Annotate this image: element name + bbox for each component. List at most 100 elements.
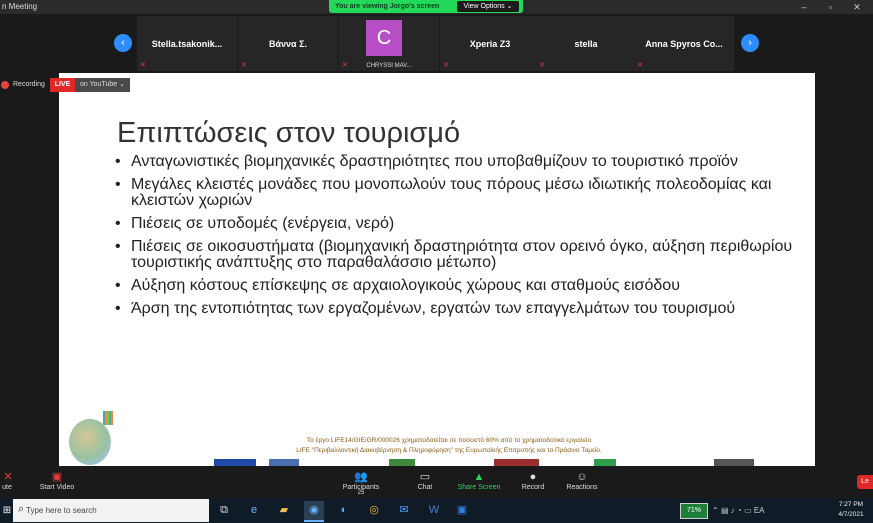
maximize-icon[interactable]: ▫ bbox=[818, 0, 842, 14]
partner-logo bbox=[494, 459, 539, 466]
chrome-icon[interactable]: ◎ bbox=[364, 501, 384, 520]
muted-mic-icon: ✕ bbox=[342, 62, 348, 69]
network-icon[interactable]: ▤ bbox=[721, 506, 729, 515]
start-video-label: Start Video bbox=[39, 484, 75, 491]
next-page-button[interactable]: › bbox=[741, 34, 759, 52]
screen-share-message: You are viewing Jorgo's screen bbox=[335, 3, 440, 10]
reactions-icon: ☺ bbox=[576, 471, 588, 483]
participant-name: Xperia Z3 bbox=[469, 39, 511, 49]
live-badge: LIVE bbox=[50, 78, 75, 92]
slide-bullet: Αύξηση κόστους επίσκεψης σε αρχαιολογικο… bbox=[115, 278, 795, 295]
record-icon: ● bbox=[529, 471, 537, 483]
volume-icon[interactable]: ♪ bbox=[731, 506, 735, 515]
video-off-icon: ▣ bbox=[51, 471, 63, 483]
reactions-button[interactable]: ☺ Reactions bbox=[562, 470, 602, 491]
participants-button[interactable]: 👥25 Participants bbox=[340, 470, 382, 496]
zoom-app-icon[interactable]: ◉ bbox=[304, 501, 324, 522]
recording-label: Recording bbox=[13, 81, 45, 88]
record-label: Record bbox=[521, 484, 545, 491]
close-icon[interactable]: ✕ bbox=[845, 0, 869, 14]
qr-logo bbox=[103, 411, 113, 425]
slide-bullet-list: Ανταγωνιστικές βιομηχανικές δραστηριότητ… bbox=[115, 154, 795, 324]
view-options-button[interactable]: View Options ⌄ bbox=[457, 1, 519, 12]
participant-tile[interactable]: Xperia Z3 ✕ bbox=[440, 16, 540, 71]
start-video-button[interactable]: ▣ Start Video bbox=[36, 470, 78, 491]
partner-logo bbox=[594, 459, 616, 466]
partner-logo bbox=[389, 459, 415, 466]
mute-label: ute bbox=[2, 484, 12, 491]
record-button[interactable]: ● Record bbox=[518, 470, 548, 491]
participants-icon: 👥25 bbox=[354, 471, 368, 496]
participant-name: Anna Spyros Co... bbox=[645, 39, 723, 49]
participant-strip: ‹ Stella.tsakonik... ✕ Βάννα Σ. ✕ C CHRY… bbox=[0, 14, 873, 72]
screen-share-banner: You are viewing Jorgo's screen View Opti… bbox=[329, 0, 523, 13]
search-placeholder: Type here to search bbox=[26, 506, 97, 515]
eu-logo bbox=[214, 459, 256, 466]
partner-logo bbox=[269, 459, 299, 466]
windows-start-icon[interactable]: ⊞ bbox=[0, 498, 14, 523]
taskbar-clock[interactable]: 7:27 PM 4/7/2021 bbox=[834, 500, 868, 520]
slide-bullet: Μεγάλες κλειστές μονάδες που μονοπωλούν … bbox=[115, 177, 795, 209]
share-screen-icon: ▲ bbox=[473, 471, 485, 483]
edge-legacy-icon[interactable]: e bbox=[244, 501, 264, 520]
chat-button[interactable]: ▭ Chat bbox=[410, 470, 440, 491]
mute-button[interactable]: ✕ ute bbox=[0, 470, 14, 491]
task-view-icon[interactable]: ⧉ bbox=[214, 501, 234, 520]
share-screen-label: Share Screen bbox=[457, 484, 501, 491]
minimize-icon[interactable]: – bbox=[792, 0, 816, 14]
funding-line: Το έργο LIFE14/GIE/GR/000026 χρηματοδοτε… bbox=[306, 437, 592, 444]
word-icon[interactable]: W bbox=[424, 501, 444, 520]
muted-mic-icon: ✕ bbox=[539, 62, 545, 69]
slide-bullet: Πιέσεις σε οικοσυστήματα (βιομηχανική δρ… bbox=[115, 239, 795, 271]
language-indicator[interactable]: EA bbox=[754, 506, 765, 515]
participant-name: Βάννα Σ. bbox=[269, 39, 307, 49]
chevron-right-icon: › bbox=[748, 37, 752, 49]
funding-line: LIFE "Περιβαλλοντική Διακυβέρνηση & Πληρ… bbox=[296, 447, 602, 454]
fingerprint-logo bbox=[69, 419, 111, 465]
participant-name: CHRYSSI MAV... bbox=[366, 63, 412, 69]
clock-date: 4/7/2021 bbox=[838, 511, 864, 518]
participants-label: Participants bbox=[342, 484, 380, 491]
mail-icon[interactable]: ✉ bbox=[394, 501, 414, 520]
reactions-label: Reactions bbox=[566, 484, 598, 491]
tray-chevron-icon[interactable]: ⌃ bbox=[712, 506, 719, 515]
partner-logo bbox=[714, 459, 754, 466]
chat-label: Chat bbox=[417, 484, 433, 491]
record-dot-icon bbox=[1, 81, 9, 89]
participant-tile[interactable]: Anna Spyros Co... ✕ bbox=[634, 16, 734, 71]
window-title: n Meeting bbox=[2, 2, 38, 11]
participant-tile[interactable]: C CHRYSSI MAV... ✕ bbox=[339, 16, 439, 71]
participant-name: Stella.tsakonik... bbox=[151, 39, 223, 49]
edge-icon[interactable]: ◐ bbox=[334, 501, 354, 520]
system-tray: ⌃ ▤ ♪ ◔ ▭ EA bbox=[712, 498, 765, 523]
avatar: C bbox=[366, 20, 402, 56]
taskbar-search[interactable]: ⌕ Type here to search bbox=[13, 499, 209, 522]
share-screen-button[interactable]: ▲ Share Screen bbox=[456, 470, 502, 491]
chat-icon: ▭ bbox=[419, 471, 431, 483]
muted-mic-icon: ✕ bbox=[140, 62, 146, 69]
slide-title: Επιπτώσεις στον τουρισμό bbox=[117, 117, 461, 149]
outlook-icon[interactable]: ▣ bbox=[452, 501, 472, 520]
meeting-controls: ✕ ute ▣ Start Video 👥25 Participants ▭ C… bbox=[0, 466, 873, 498]
windows-taskbar: ⊞ ⌕ Type here to search ⧉ e ▰ ◉ ◐ ◎ ✉ W … bbox=[0, 498, 873, 523]
shared-slide: Επιπτώσεις στον τουρισμό Ανταγωνιστικές … bbox=[59, 73, 815, 466]
chevron-left-icon: ‹ bbox=[121, 37, 125, 49]
notification-icon[interactable]: ▭ bbox=[744, 506, 752, 515]
microphone-muted-icon: ✕ bbox=[3, 471, 13, 483]
file-explorer-icon[interactable]: ▰ bbox=[274, 501, 294, 520]
window-titlebar: n Meeting You are viewing Jorgo's screen… bbox=[0, 0, 873, 14]
live-platform-dropdown[interactable]: on YouTube ⌄ bbox=[75, 78, 130, 92]
muted-mic-icon: ✕ bbox=[637, 62, 643, 69]
wifi-icon[interactable]: ◔ bbox=[737, 506, 742, 515]
participant-tile[interactable]: stella ✕ bbox=[536, 16, 636, 71]
muted-mic-icon: ✕ bbox=[241, 62, 247, 69]
muted-mic-icon: ✕ bbox=[443, 62, 449, 69]
leave-button[interactable]: Le bbox=[857, 475, 873, 489]
search-icon: ⌕ bbox=[18, 503, 25, 515]
prev-page-button[interactable]: ‹ bbox=[114, 34, 132, 52]
slide-bullet: Ανταγωνιστικές βιομηχανικές δραστηριότητ… bbox=[115, 154, 795, 171]
battery-indicator[interactable]: 71% bbox=[680, 503, 708, 519]
slide-bullet: Πιέσεις σε υποδομές (ενέργεια, νερό) bbox=[115, 216, 795, 233]
participant-tile[interactable]: Stella.tsakonik... ✕ bbox=[137, 16, 237, 71]
participant-tile[interactable]: Βάννα Σ. ✕ bbox=[238, 16, 338, 71]
